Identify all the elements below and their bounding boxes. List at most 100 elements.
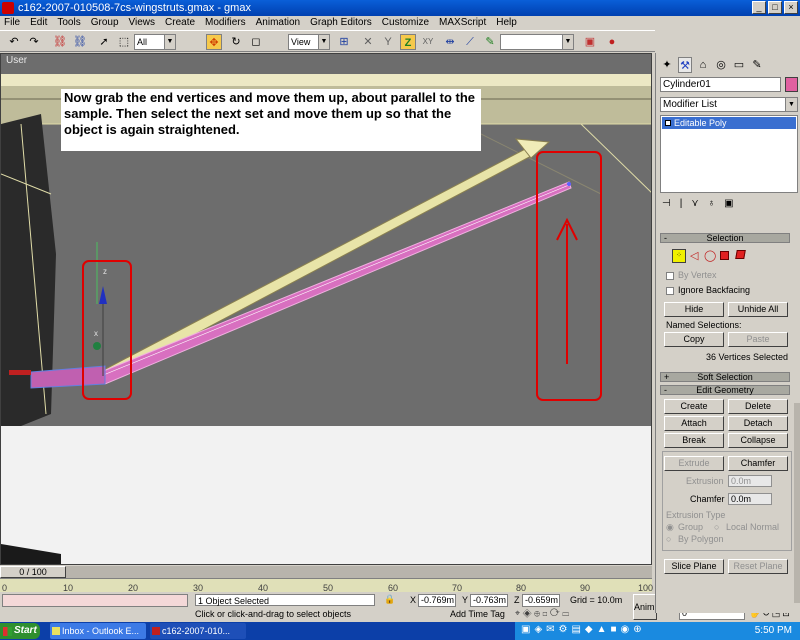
pivot-center-icon[interactable]: ⊞ bbox=[336, 34, 352, 50]
by-polygon-radio-icon[interactable]: ○ bbox=[666, 534, 671, 544]
utilities-tab-icon[interactable]: ✎ bbox=[750, 57, 764, 73]
make-unique-icon[interactable]: ⋎ bbox=[691, 198, 698, 209]
mirror-icon[interactable]: ⇹ bbox=[442, 34, 458, 50]
hide-button[interactable]: Hide bbox=[664, 302, 724, 317]
create-button[interactable]: Create bbox=[664, 399, 724, 414]
viewport-user[interactable]: z x User Now grab the end vertices and m… bbox=[0, 53, 652, 565]
region-select-icon[interactable]: ⬚ bbox=[116, 34, 132, 50]
named-selection-dropdown[interactable]: ▼ bbox=[500, 34, 574, 50]
snap-icon[interactable]: ✎ bbox=[482, 34, 498, 50]
copy-button[interactable]: Copy bbox=[664, 332, 724, 347]
by-vertex-checkbox[interactable] bbox=[666, 272, 674, 280]
axis-xy-icon[interactable]: XY bbox=[420, 34, 436, 50]
menu-modifiers[interactable]: Modifiers bbox=[205, 16, 246, 30]
ignore-backfacing-checkbox[interactable] bbox=[666, 287, 674, 295]
collapse-button[interactable]: Collapse bbox=[728, 433, 788, 448]
maxscript-listener-field[interactable] bbox=[2, 594, 188, 607]
soft-selection-rollout-header[interactable]: + Soft Selection bbox=[660, 372, 790, 382]
taskbar-item-gmax[interactable]: c162-2007-010... bbox=[150, 623, 246, 639]
modifier-list-dropdown[interactable]: Modifier List ▼ bbox=[660, 97, 798, 112]
stack-item-editable-poly[interactable]: Editable Poly bbox=[662, 117, 796, 129]
link-icon[interactable]: ⛓ bbox=[52, 34, 68, 50]
redo-icon[interactable]: ↷ bbox=[26, 34, 42, 50]
y-coord-field[interactable]: -0.763m bbox=[470, 594, 508, 607]
scale-icon[interactable]: ◻ bbox=[248, 34, 264, 50]
time-slider-thumb[interactable]: 0 / 100 bbox=[0, 566, 66, 578]
axis-z-icon[interactable]: Z bbox=[400, 34, 416, 50]
menu-animation[interactable]: Animation bbox=[256, 16, 300, 30]
edge-subobject-icon[interactable]: ◁ bbox=[690, 249, 698, 262]
object-name-field[interactable]: Cylinder01 bbox=[660, 77, 781, 92]
menu-views[interactable]: Views bbox=[129, 16, 156, 30]
hierarchy-tab-icon[interactable]: ⌂ bbox=[696, 57, 710, 73]
display-tab-icon[interactable]: ▭ bbox=[732, 57, 746, 73]
minimize-button[interactable]: _ bbox=[752, 1, 766, 14]
unlink-icon[interactable]: ⛓ bbox=[72, 34, 88, 50]
chamfer-button[interactable]: Chamfer bbox=[728, 456, 788, 471]
modify-tab-icon[interactable]: ⚒ bbox=[678, 57, 692, 73]
time-tag-icons[interactable]: ⌖ ◈ ⊕ ◻ ⟳ ▭ bbox=[515, 607, 569, 619]
reference-coordinate-dropdown[interactable]: View ▼ bbox=[288, 34, 330, 50]
menu-file[interactable]: File bbox=[4, 16, 20, 30]
object-color-swatch[interactable] bbox=[785, 77, 798, 92]
tray-icons[interactable]: ▣◈✉⚙▤◆▲■◉⊕ bbox=[521, 624, 646, 635]
undo-icon[interactable]: ↶ bbox=[6, 34, 22, 50]
motion-tab-icon[interactable]: ◎ bbox=[714, 57, 728, 73]
axis-x-icon[interactable]: ✕ bbox=[360, 34, 376, 50]
element-subobject-icon[interactable] bbox=[735, 250, 746, 259]
group-radio-icon[interactable]: ◉ bbox=[666, 522, 674, 533]
attach-button[interactable]: Attach bbox=[664, 416, 724, 431]
align-icon[interactable]: ⟋ bbox=[462, 34, 478, 50]
slice-plane-button[interactable]: Slice Plane bbox=[664, 559, 724, 574]
anim-mode-button[interactable]: Anim. bbox=[633, 594, 657, 620]
close-button[interactable]: × bbox=[784, 1, 798, 14]
selection-rollout-header[interactable]: - Selection bbox=[660, 233, 790, 243]
lock-icon[interactable]: 🔒 bbox=[384, 593, 395, 605]
time-slider[interactable]: 0 / 100 bbox=[0, 566, 652, 578]
local-normal-radio-icon[interactable]: ○ bbox=[714, 522, 719, 532]
z-coord-field[interactable]: -0.659m bbox=[522, 594, 560, 607]
paste-button[interactable]: Paste bbox=[728, 332, 788, 347]
pin-stack-icon[interactable]: ⊣ bbox=[662, 198, 671, 209]
break-button[interactable]: Break bbox=[664, 433, 724, 448]
border-subobject-icon[interactable]: ◯ bbox=[704, 249, 716, 262]
rotate-icon[interactable]: ↻ bbox=[228, 34, 244, 50]
show-end-result-icon[interactable]: | bbox=[680, 198, 683, 209]
menu-edit[interactable]: Edit bbox=[30, 16, 47, 30]
detach-button[interactable]: Detach bbox=[728, 416, 788, 431]
menu-tools[interactable]: Tools bbox=[57, 16, 80, 30]
select-arrow-icon[interactable]: ➚ bbox=[96, 34, 112, 50]
x-coord-field[interactable]: -0.769m bbox=[418, 594, 456, 607]
panel-scrollbar[interactable] bbox=[794, 403, 800, 603]
unhide-all-button[interactable]: Unhide All bbox=[728, 302, 788, 317]
viewport-label[interactable]: User bbox=[6, 55, 27, 66]
taskbar-item-outlook[interactable]: Inbox - Outlook E... bbox=[50, 623, 146, 639]
menu-maxscript[interactable]: MAXScript bbox=[439, 16, 486, 30]
render-teapot-icon[interactable]: ● bbox=[604, 34, 620, 50]
menu-customize[interactable]: Customize bbox=[382, 16, 429, 30]
maximize-button[interactable]: □ bbox=[768, 1, 782, 14]
reset-plane-button[interactable]: Reset Plane bbox=[728, 559, 788, 574]
material-editor-icon[interactable]: ▣ bbox=[582, 34, 598, 50]
menu-group[interactable]: Group bbox=[91, 16, 119, 30]
delete-button[interactable]: Delete bbox=[728, 399, 788, 414]
selection-filter-dropdown[interactable]: All ▼ bbox=[134, 34, 176, 50]
add-time-tag-button[interactable]: Add Time Tag bbox=[450, 608, 505, 620]
remove-modifier-icon[interactable]: ♁ bbox=[708, 198, 716, 209]
menu-help[interactable]: Help bbox=[496, 16, 517, 30]
modifier-stack[interactable]: Editable Poly bbox=[660, 115, 798, 193]
polygon-subobject-icon[interactable] bbox=[720, 251, 729, 260]
create-tab-icon[interactable]: ✦ bbox=[660, 57, 674, 73]
edit-geometry-rollout-header[interactable]: - Edit Geometry bbox=[660, 385, 790, 395]
move-icon[interactable]: ✥ bbox=[206, 34, 222, 50]
axis-y-icon[interactable]: Y bbox=[380, 34, 396, 50]
menu-create[interactable]: Create bbox=[165, 16, 195, 30]
extrude-button[interactable]: Extrude bbox=[664, 456, 724, 471]
extrusion-spinner[interactable]: 0.0m bbox=[728, 475, 772, 487]
track-bar[interactable]: 0 10 20 30 40 50 60 70 80 90 100 bbox=[0, 578, 653, 593]
chamfer-spinner[interactable]: 0.0m bbox=[728, 493, 772, 505]
start-button[interactable]: Start bbox=[0, 623, 40, 639]
vertex-subobject-icon[interactable]: ⁘ bbox=[672, 249, 686, 263]
menu-graph-editors[interactable]: Graph Editors bbox=[310, 16, 372, 30]
expand-icon[interactable] bbox=[665, 120, 671, 126]
